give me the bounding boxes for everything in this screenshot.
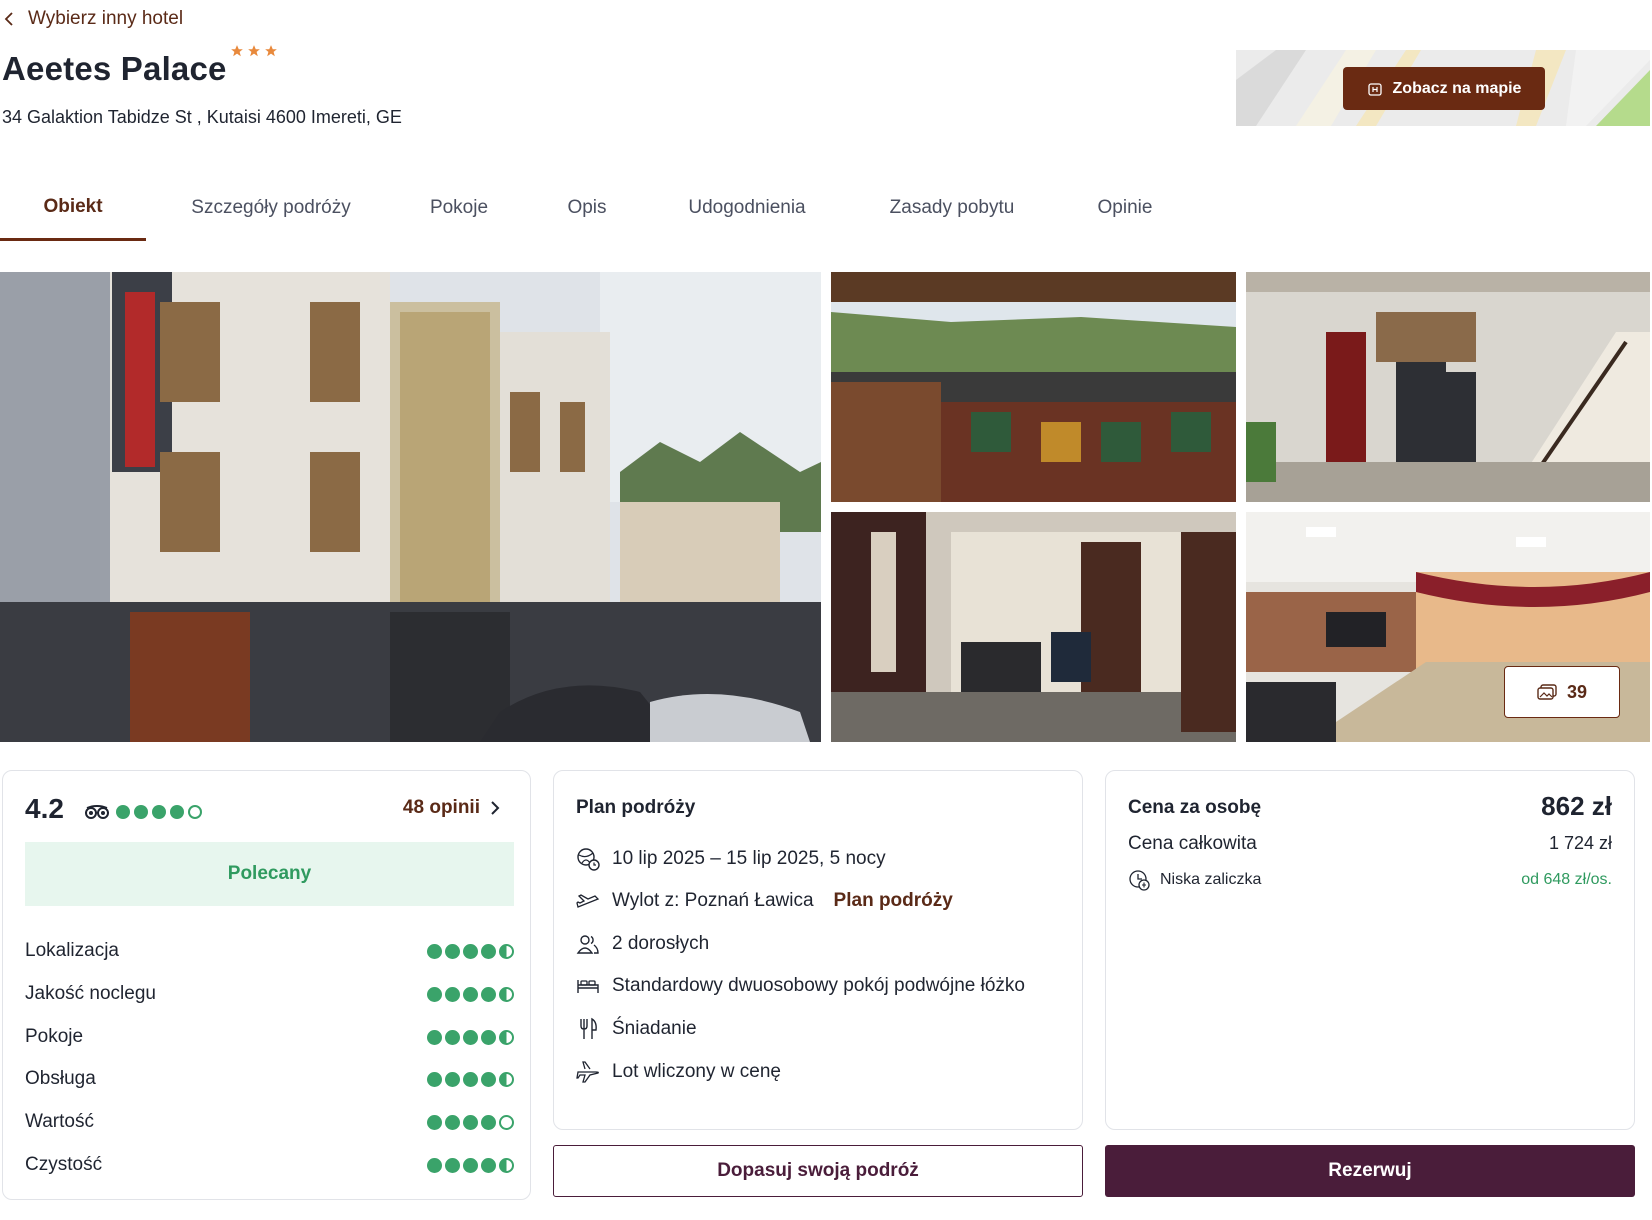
tab-obiekt[interactable]: Obiekt (0, 175, 146, 241)
category-bubbles (427, 986, 514, 1002)
plane-takeoff-icon (576, 894, 600, 908)
category-bubbles (427, 1157, 514, 1173)
category-rating-row: Pokoje (25, 1022, 514, 1052)
deposit-clock-icon (1129, 870, 1150, 891)
lobby-image (831, 512, 1236, 742)
tab-house-rules[interactable]: Zasady pobytu (842, 175, 1062, 241)
deposit-row: Niska zaliczka (1128, 869, 1261, 891)
deposit-label: Niska zaliczka (1160, 871, 1262, 888)
tab-amenities[interactable]: Udogodnienia (652, 175, 842, 241)
category-rating-row: Jakość noclegu (25, 979, 514, 1009)
category-rating-row: Obsługa (25, 1064, 514, 1094)
star-icon (248, 45, 260, 57)
hotel-stars (230, 44, 278, 58)
total-price-value: 1 724 zł (1548, 833, 1612, 853)
trip-plan-title: Plan podróży (576, 797, 696, 818)
room-row: Standardowy dwuosobowy pokój podwójne łó… (576, 974, 1025, 998)
rating-bubble-filled (116, 805, 130, 819)
chevron-right-icon (491, 801, 500, 815)
board-type: Śniadanie (612, 1018, 697, 1039)
hotel-facade-image (0, 272, 821, 742)
category-rating-row: Wartość (25, 1107, 514, 1137)
hotel-name: Aeetes Palace (2, 50, 227, 87)
trip-dates: 10 lip 2025 – 15 lip 2025, 5 nocy (612, 848, 886, 869)
category-label: Obsługa (25, 1068, 96, 1089)
category-label: Pokoje (25, 1026, 84, 1047)
board-row: Śniadanie (576, 1017, 697, 1041)
back-link-label: Wybierz inny hotel (28, 8, 184, 29)
flight-row: Lot wliczony w cenę (576, 1060, 781, 1084)
room-type: Standardowy dwuosobowy pokój podwójne łó… (612, 975, 1025, 996)
rating-bubble-filled (152, 805, 166, 819)
tab-rooms[interactable]: Pokoje (396, 175, 522, 241)
total-price-label: Cena całkowita (1128, 833, 1257, 854)
category-bubbles (427, 943, 514, 959)
view-on-map-label: Zobacz na mapie (1392, 79, 1522, 97)
globe-calendar-icon (577, 848, 600, 871)
category-rating-row: Czystość (25, 1150, 514, 1180)
price-per-person-label: Cena za osobę (1128, 797, 1262, 818)
rating-bubble-empty (188, 805, 202, 819)
customize-trip-button[interactable]: Dopasuj swoją podróż (553, 1145, 1083, 1197)
category-label: Czystość (25, 1154, 103, 1175)
star-icon (265, 45, 277, 57)
guests-count: 2 dorosłych (612, 933, 710, 954)
people-icon (576, 935, 599, 954)
trip-plan-card: Plan podróży 10 lip 2025 – 15 lip 2025, … (553, 770, 1083, 1130)
map-thumbnail[interactable]: Zobacz na mapie (1236, 50, 1650, 126)
category-label: Lokalizacja (25, 940, 119, 961)
book-button[interactable]: Rezerwuj (1105, 1145, 1635, 1197)
category-bubbles (427, 1071, 514, 1087)
flight-included: Lot wliczony w cenę (612, 1061, 781, 1082)
price-card: Cena za osobę 862 zł Cena całkowita 1 72… (1105, 770, 1635, 1130)
star-icon (231, 45, 243, 57)
rating-card: 4.2 48 opinii Polecany Lokalizacja Jakoś… (2, 770, 531, 1200)
reception-photo[interactable] (1246, 272, 1650, 502)
tab-reviews[interactable]: Opinie (1062, 175, 1188, 241)
departure-airport: Wylot z: Poznań Ławica (612, 890, 814, 911)
reviews-link-label: 48 opinii (402, 797, 480, 818)
terrace-restaurant-image (831, 272, 1236, 502)
main-hotel-photo[interactable] (0, 272, 821, 742)
view-on-map-button[interactable]: Zobacz na mapie (1343, 67, 1545, 110)
deposit-value: od 648 zł/os. (1521, 871, 1612, 888)
tripadvisor-owl-icon (85, 805, 109, 819)
trip-dates-row: 10 lip 2025 – 15 lip 2025, 5 nocy (576, 847, 886, 871)
tab-trip-details[interactable]: Szczegóły podróży (146, 175, 396, 241)
trip-plan-link[interactable]: Plan podróży (834, 890, 953, 912)
section-tabs: Obiekt Szczegóły podróży Pokoje Opis Udo… (0, 175, 1188, 241)
tripadvisor-rating (85, 805, 202, 819)
back-to-hotels-link[interactable]: Wybierz inny hotel (4, 8, 183, 30)
rating-score: 4.2 (25, 793, 64, 824)
departure-row: Wylot z: Poznań Ławica Plan podróży (576, 889, 953, 913)
price-per-person-value: 862 zł (1541, 791, 1612, 821)
category-label: Wartość (25, 1111, 94, 1132)
cutlery-icon (580, 1017, 597, 1039)
hotel-address: 34 Galaktion Tabidze St , Kutaisi 4600 I… (2, 107, 402, 127)
photo-count-value: 39 (1566, 681, 1588, 702)
tab-description[interactable]: Opis (522, 175, 652, 241)
category-label: Jakość noclegu (25, 983, 156, 1004)
rating-bubble-filled (170, 805, 184, 819)
reception-image (1246, 272, 1650, 502)
recommended-badge: Polecany (25, 842, 514, 906)
bed-icon (577, 980, 599, 993)
gallery-icon (1537, 684, 1557, 700)
lobby-photo[interactable] (831, 512, 1236, 742)
guests-row: 2 dorosłych (576, 932, 709, 956)
category-rating-row: Lokalizacja (25, 936, 514, 966)
chevron-left-icon (4, 12, 13, 26)
hotel-building-icon (1367, 82, 1382, 96)
category-bubbles (427, 1029, 514, 1045)
category-bubbles (427, 1114, 514, 1130)
photo-count-button[interactable]: 39 (1504, 666, 1620, 718)
rating-bubble-filled (134, 805, 148, 819)
reviews-link[interactable]: 48 opinii (403, 797, 500, 819)
terrace-photo[interactable] (831, 272, 1236, 502)
plane-icon (576, 1061, 599, 1083)
